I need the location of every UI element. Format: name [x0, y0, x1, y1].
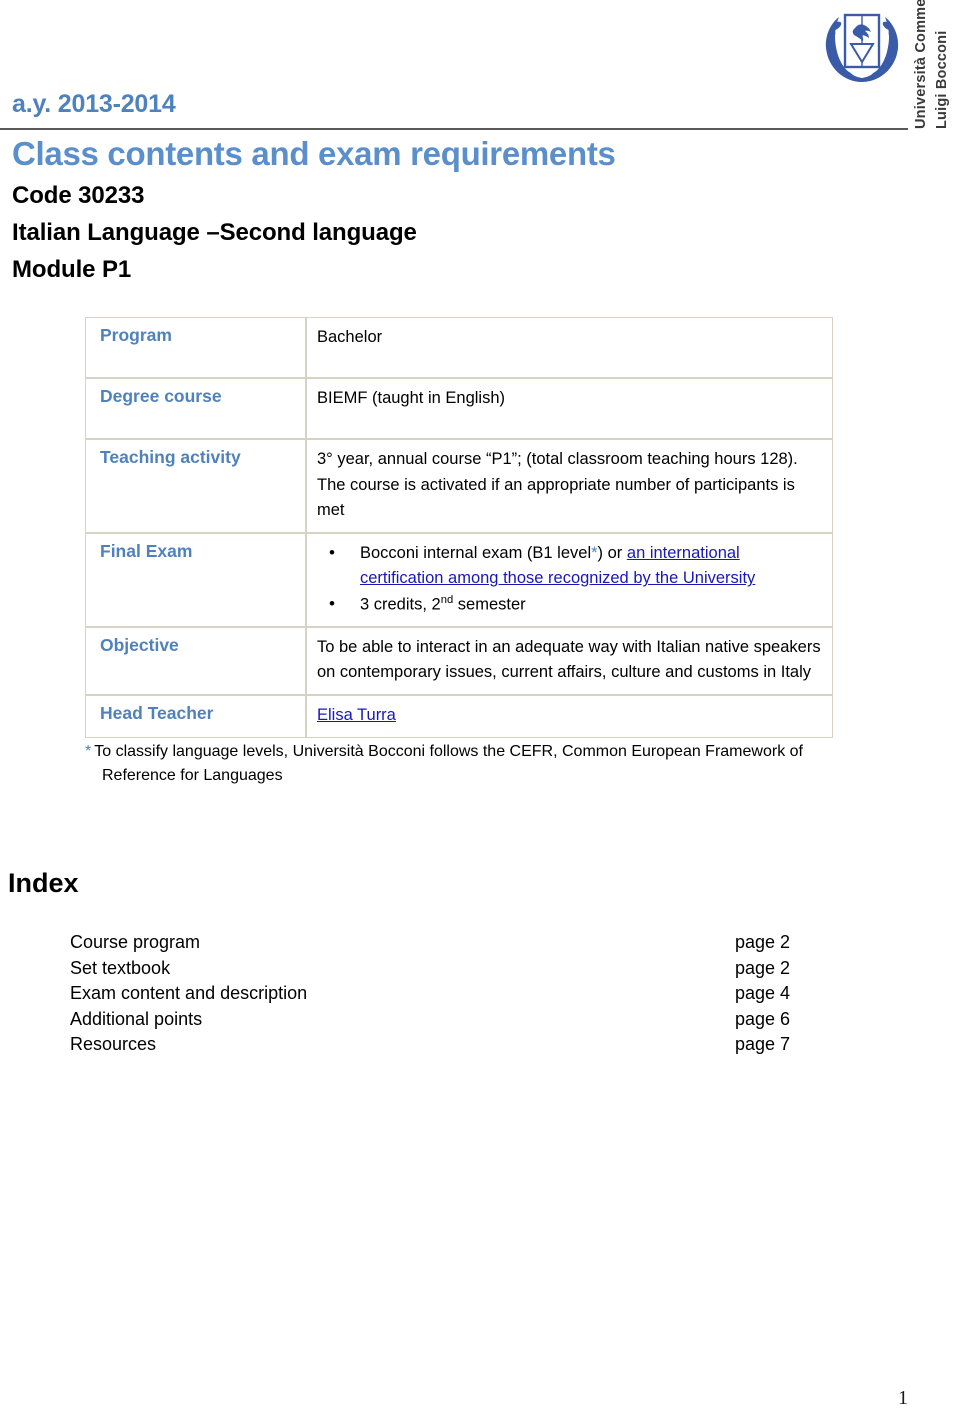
logo-wordmark: Università Commerciale Luigi Bocconi [910, 0, 956, 130]
row-value-degree-course: BIEMF (taught in English) [306, 378, 833, 439]
row-value-final-exam: Bocconi internal exam (B1 level*) or an … [306, 532, 833, 627]
index-item-page: page 6 [734, 1008, 790, 1029]
index-item-label: Set textbook [70, 957, 171, 978]
index-item-page: page 7 [734, 1034, 790, 1055]
index-item-page: page 2 [734, 932, 790, 952]
table-row-head-teacher: Head Teacher Elisa Turra [85, 695, 833, 738]
table-footnote: * To classify language levels, Università… [85, 740, 855, 788]
final-exam-bullet-1: Bocconi internal exam (B1 level*) or an … [317, 540, 824, 592]
logo-wordmark-line2: Luigi Bocconi [934, 30, 950, 129]
row-label-program: Program [85, 317, 306, 378]
index-item-page: page 2 [734, 957, 790, 978]
table-row-degree-course: Degree course BIEMF (taught in English) [85, 378, 833, 439]
index-item-page: page 4 [734, 983, 790, 1004]
header-divider [0, 128, 908, 130]
index-item-label: Additional points [70, 1008, 203, 1029]
teaching-activity-line2: The course is activated if an appropriat… [317, 475, 795, 520]
course-code: Code 30233 [12, 182, 145, 209]
row-label-final-exam: Final Exam [85, 532, 306, 627]
index-item-label: Resources [70, 1034, 157, 1055]
footnote-line1: To classify language levels, Università … [94, 743, 803, 760]
final-exam-bullet-2: 3 credits, 2nd semester [317, 591, 824, 618]
row-label-teaching-activity: Teaching activity [85, 439, 306, 533]
index-item-resources[interactable]: Resources page 7 [70, 1032, 790, 1058]
course-info-table: Program Bachelor Degree course BIEMF (ta… [85, 317, 833, 738]
index-item-label: Course program [70, 932, 201, 952]
page-title: Class contents and exam requirements [12, 135, 616, 172]
footnote-asterisk-icon: * [85, 743, 92, 760]
table-row-teaching-activity: Teaching activity 3° year, annual course… [85, 439, 833, 533]
index-item-additional-points[interactable]: Additional points page 6 [70, 1007, 790, 1033]
row-value-teaching-activity: 3° year, annual course “P1”; (total clas… [306, 439, 833, 533]
row-label-objective: Objective [85, 626, 306, 695]
row-label-head-teacher: Head Teacher [85, 695, 306, 738]
final-exam-bullet-2-sup: nd [440, 593, 454, 606]
logo-wordmark-line1: Università Commerciale [913, 0, 929, 129]
table-row-program: Program Bachelor [85, 317, 833, 378]
row-value-program: Bachelor [306, 317, 833, 378]
final-exam-bullet-list: Bocconi internal exam (B1 level*) or an … [317, 540, 824, 618]
index-item-label: Exam content and description [70, 983, 308, 1004]
university-logo: Università Commerciale Luigi Bocconi [806, 0, 960, 130]
table-row-final-exam: Final Exam Bocconi internal exam (B1 lev… [85, 532, 833, 627]
academic-year: a.y. 2013-2014 [12, 90, 176, 118]
index-list: Course program page 2 Set textbook page … [70, 930, 790, 1058]
final-exam-bullet-1-pre: Bocconi internal exam (B1 level [360, 543, 592, 562]
row-label-degree-course: Degree course [85, 378, 306, 439]
bocconi-crest-icon [825, 13, 899, 82]
final-exam-bullet-1-mid: ) or [597, 543, 627, 562]
course-name: Italian Language –Second language [12, 219, 417, 246]
footnote-line2: Reference for Languages [102, 767, 283, 784]
index-item-course-program[interactable]: Course program page 2 [70, 930, 790, 956]
table-row-objective: Objective To be able to interact in an a… [85, 626, 833, 695]
teaching-activity-line1: 3° year, annual course “P1”; (total clas… [317, 450, 798, 468]
row-value-head-teacher: Elisa Turra [306, 695, 833, 738]
module-name: Module P1 [12, 256, 132, 283]
row-value-objective: To be able to interact in an adequate wa… [306, 626, 833, 695]
index-heading: Index [8, 868, 79, 898]
final-exam-bullet-2-pre: 3 credits, 2 [360, 595, 441, 614]
final-exam-bullet-2-post: semester [453, 595, 526, 614]
page-number: 1 [898, 1387, 908, 1409]
index-item-set-textbook[interactable]: Set textbook page 2 [70, 956, 790, 982]
index-item-exam-content-and-description[interactable]: Exam content and description page 4 [70, 981, 790, 1007]
head-teacher-link[interactable]: Elisa Turra [317, 706, 396, 724]
